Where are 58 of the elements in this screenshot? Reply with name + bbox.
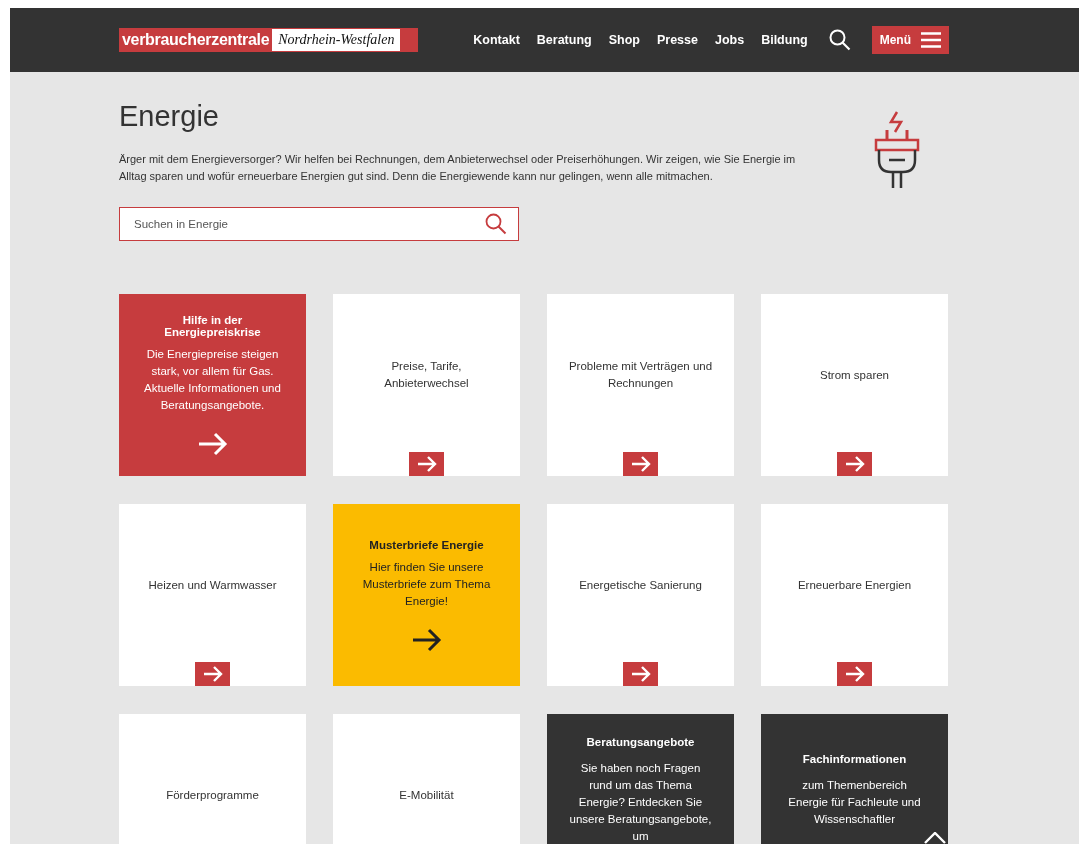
arrow-button[interactable] [195, 662, 230, 686]
nav-link[interactable]: Kontakt [473, 33, 520, 47]
chevron-up-icon[interactable] [924, 832, 946, 844]
menu-button[interactable]: Menü [871, 26, 949, 54]
arrow-button[interactable] [837, 452, 872, 476]
tile-title: Fachinformationen [802, 752, 907, 765]
power-plug-icon [873, 110, 921, 190]
tile-label: Heizen und Warmwasser [147, 577, 278, 593]
search-icon[interactable] [828, 29, 851, 51]
topic-tile[interactable]: Preise, Tarife, Anbieterwechsel [333, 294, 520, 476]
topic-tile[interactable]: Strom sparen [761, 294, 948, 476]
nav-link[interactable]: Shop [608, 33, 640, 47]
tile-text: Die Energiepreise steigen stark, vor allem für Gas. Aktuelle Informationen und Beratungsangebote. [143, 347, 282, 413]
feature-tile[interactable]: Musterbriefe Energie Hier finden Sie unsere Musterbriefe zum Thema Energie! [333, 504, 520, 686]
tile-label: Strom sparen [819, 367, 890, 383]
topic-tile[interactable]: Probleme mit Verträgen und Rechnungen [547, 294, 734, 476]
topic-tile[interactable]: Heizen und Warmwasser [119, 504, 306, 686]
logo-brand-text: verbraucherzentrale [121, 30, 271, 50]
tile-text: Sie haben noch Fragen rund um das Thema Energie? Entdecken Sie unsere Beratungsangebote, um [569, 760, 712, 844]
arrow-button[interactable] [623, 662, 658, 686]
tile-title: Hilfe in der Energiepreiskrise [163, 314, 262, 338]
page-title: Energie [119, 100, 220, 133]
nav-link[interactable]: Presse [656, 33, 698, 47]
arrow-button[interactable] [623, 452, 658, 476]
tile-label: Förderprogramme [165, 787, 260, 803]
arrow-right-icon [630, 666, 651, 682]
feature-tile[interactable]: Beratungsangebote Sie haben noch Fragen rund um das Thema Energie? Entdecken Sie unsere Beratungsangebote, um [547, 714, 734, 844]
tile-label: Erneuerbare Energien [796, 577, 913, 593]
site-logo[interactable]: verbraucherzentrale Nordrhein-Westfalen [119, 28, 419, 52]
tile-label: Preise, Tarife, Anbieterwechsel [383, 359, 470, 391]
tile-label: Probleme mit Verträgen und Rechnungen [567, 359, 714, 391]
feature-tile[interactable]: Fachinformationen zum Themenbereich Energie für Fachleute und Wissenschaftler [761, 714, 948, 844]
topic-tile[interactable]: Erneuerbare Energien [761, 504, 948, 686]
nav-link[interactable]: Beratung [536, 33, 592, 47]
menu-icon [921, 32, 941, 48]
tile-title: Beratungsangebote [586, 735, 695, 748]
arrow-right-icon [844, 456, 865, 472]
arrow-button[interactable] [409, 452, 444, 476]
arrow-right-icon [630, 456, 651, 472]
topic-tile[interactable]: Energetische Sanierung [547, 504, 734, 686]
tile-label: E-Mobilität [398, 787, 455, 803]
nav-link[interactable]: Jobs [714, 33, 745, 47]
arrow-right-icon [844, 666, 865, 682]
search-field[interactable]: Suchen in Energie [119, 207, 519, 241]
feature-tile[interactable]: Hilfe in der Energiepreiskrise Die Energiepreise steigen stark, vor allem für Gas. Aktuelle Informationen und Beratungsangebote. [119, 294, 306, 476]
tile-text: zum Themenbereich Energie für Fachleute und Wissenschaftler [787, 777, 922, 827]
tile-title: Musterbriefe Energie [369, 538, 484, 551]
arrow-right-icon [202, 666, 223, 682]
logo-region-text: Nordrhein-Westfalen [272, 29, 401, 51]
intro-paragraph: Ärger mit dem Energieversorger? Wir helfen bei Rechnungen, dem Anbieterwechsel oder Preiserhöhungen. Wir zeigen, wie Sie Energie im Alltag sparen und wofür erneuerbare Energien gut sind. Denn die Energiewende kann nur gelingen, wenn alle mitmachen. [119, 152, 797, 184]
tile-text: Hier finden Sie unsere Musterbriefe zum Thema Energie! [361, 559, 492, 609]
topic-tile[interactable]: Förderprogramme [119, 714, 306, 844]
arrow-button[interactable] [837, 662, 872, 686]
tile-label: Energetische Sanierung [578, 577, 703, 593]
nav-link[interactable]: Bildung [761, 33, 808, 47]
arrow-right-icon[interactable] [411, 627, 442, 652]
topic-tile[interactable]: E-Mobilität [333, 714, 520, 844]
arrow-right-icon [416, 456, 437, 472]
